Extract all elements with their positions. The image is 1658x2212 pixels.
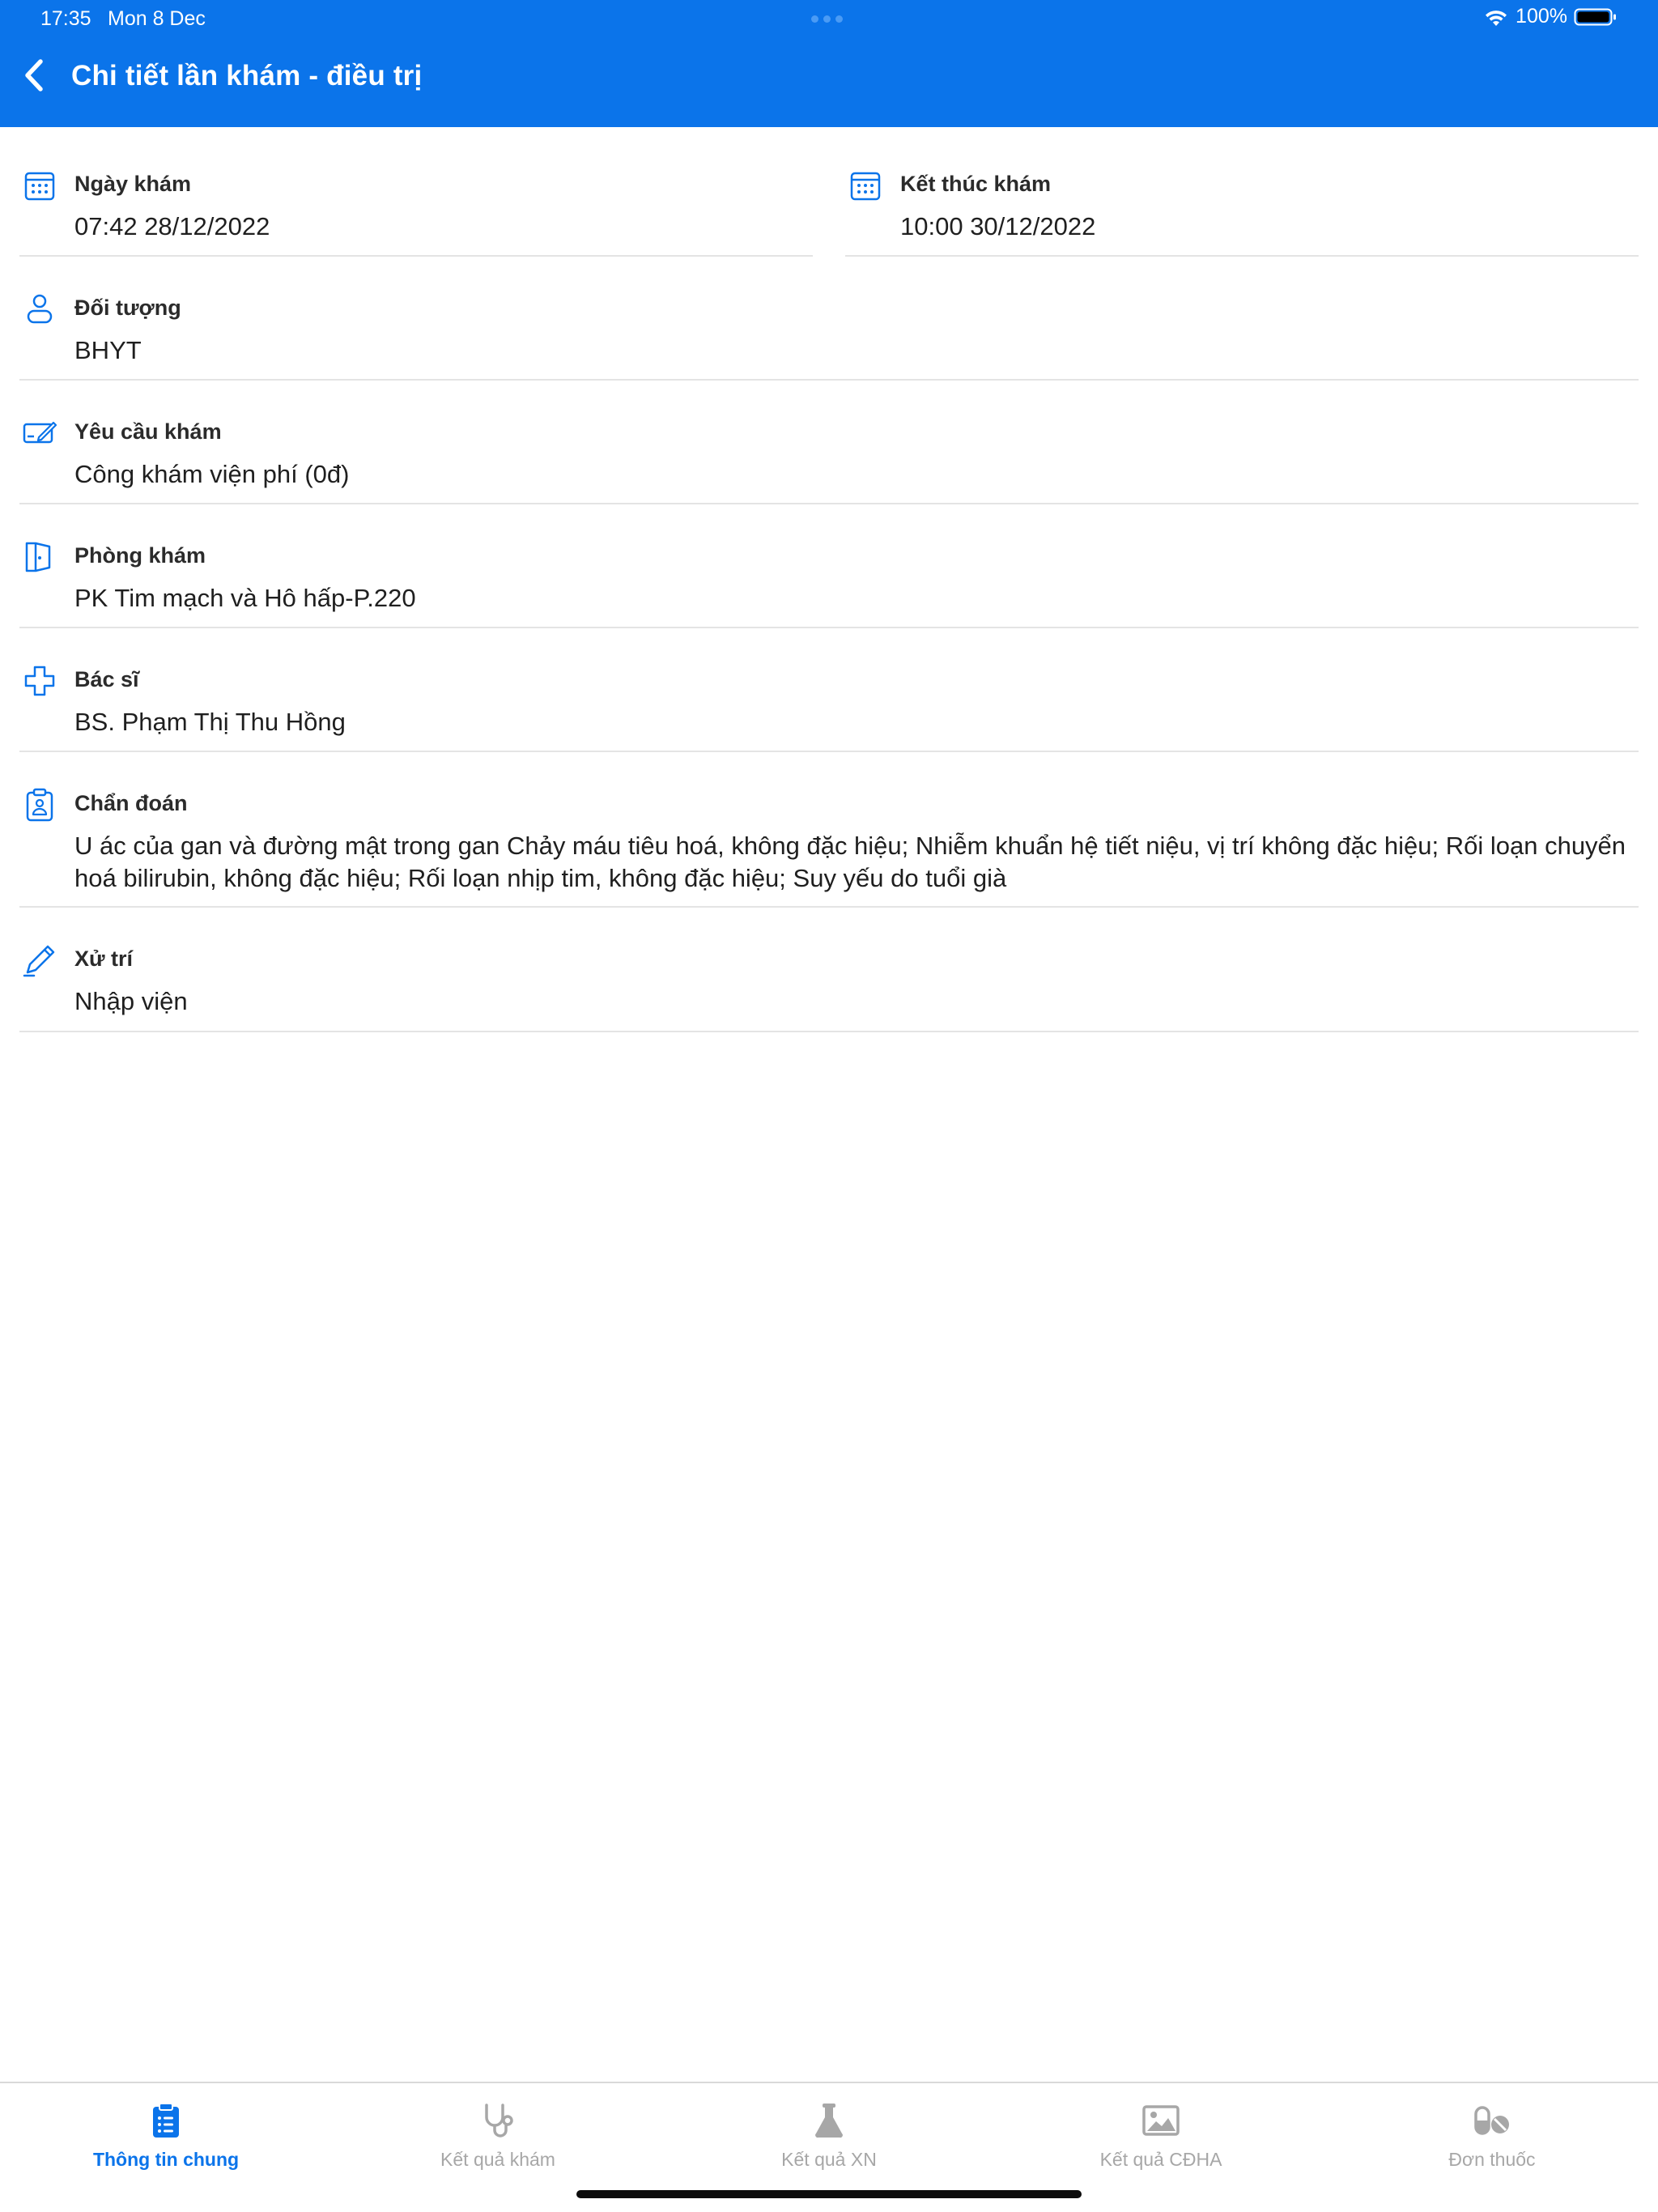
field-value: U ác của gan và đường mật trong gan Chảy…	[74, 832, 1626, 892]
app-root: 17:35 Mon 8 Dec 100% Chi tiết lần khám -…	[0, 0, 1658, 2212]
field-value: Công khám viện phí (0đ)	[74, 460, 350, 488]
battery-icon	[1574, 8, 1616, 25]
field-label: Bác sĩ	[74, 667, 139, 691]
page-title: Chi tiết lần khám - điều trị	[71, 60, 423, 91]
field-value: BS. Phạm Thị Thu Hồng	[74, 708, 346, 736]
field-label: Yêu cầu khám	[74, 419, 222, 444]
status-indicators: 100%	[1483, 5, 1618, 28]
multitasking-dots-icon[interactable]	[811, 15, 843, 23]
tab-label: Thông tin chung	[92, 2149, 240, 2170]
card-edit-icon	[23, 421, 57, 444]
divider	[19, 1031, 1639, 1032]
status-bar: 17:35 Mon 8 Dec 100%	[0, 0, 1658, 39]
flask-icon	[815, 2104, 843, 2138]
wifi-icon	[1486, 10, 1507, 26]
tab-thong-tin-chung[interactable]: Thông tin chung	[0, 2083, 332, 2189]
divider	[19, 379, 1639, 381]
field-label: Kết thúc khám	[900, 172, 1052, 196]
status-time: 17:35	[40, 7, 91, 30]
divider	[845, 255, 1639, 257]
clipboard-list-icon	[153, 2103, 179, 2138]
calendar-icon	[24, 172, 55, 201]
person-icon	[27, 294, 53, 324]
field-ngay-kham: Ngày khám 07:42 28/12/2022	[23, 168, 812, 249]
nav-bar: Chi tiết lần khám - điều trị	[0, 49, 1658, 121]
tab-ket-qua-cdha[interactable]: Kết quả CĐHA	[995, 2083, 1327, 2189]
image-icon	[1142, 2105, 1180, 2136]
divider	[19, 906, 1639, 908]
tab-label: Đơn thuốc	[1448, 2149, 1536, 2170]
tab-ket-qua-xn[interactable]: Kết quả XN	[663, 2083, 995, 2189]
field-yeu-cau-kham: Yêu cầu khám Công khám viện phí (0đ)	[23, 416, 1634, 497]
field-value: 10:00 30/12/2022	[900, 212, 1096, 240]
field-value: BHYT	[74, 336, 142, 364]
field-bac-si: Bác sĩ BS. Phạm Thị Thu Hồng	[23, 664, 1634, 745]
field-value: 07:42 28/12/2022	[74, 212, 270, 240]
tab-label: Kết quả khám	[440, 2149, 555, 2170]
divider	[19, 627, 1639, 628]
back-chevron-icon[interactable]	[21, 57, 49, 94]
field-label: Phòng khám	[74, 543, 206, 568]
field-label: Xử trí	[74, 946, 134, 971]
field-chan-doan: Chẩn đoán U ác của gan và đường mật tron…	[23, 788, 1638, 901]
home-indicator[interactable]	[576, 2190, 1082, 2198]
divider	[19, 503, 1639, 504]
divider	[19, 751, 1639, 752]
field-label: Chẩn đoán	[74, 791, 188, 815]
field-label: Đối tượng	[74, 296, 181, 320]
field-label: Ngày khám	[74, 172, 192, 196]
battery-percent: 100%	[1516, 5, 1567, 28]
field-xu-tri: Xử trí Nhập viện	[23, 943, 1634, 1024]
field-value: PK Tim mạch và Hô hấp-P.220	[74, 584, 416, 612]
tab-ket-qua-kham[interactable]: Kết quả khám	[332, 2083, 664, 2189]
field-ket-thuc-kham: Kết thúc khám 10:00 30/12/2022	[848, 168, 1638, 249]
clipboard-person-icon	[26, 788, 53, 822]
pen-icon	[23, 945, 55, 977]
calendar-icon	[850, 172, 881, 201]
tab-don-thuoc[interactable]: Đơn thuốc	[1326, 2083, 1658, 2189]
header: 17:35 Mon 8 Dec 100% Chi tiết lần khám -…	[0, 0, 1658, 127]
tab-label: Kết quả CĐHA	[1099, 2149, 1222, 2170]
field-value: Nhập viện	[74, 987, 188, 1015]
medical-cross-icon	[24, 666, 55, 696]
field-doi-tuong: Đối tượng BHYT	[23, 292, 1634, 373]
pills-icon	[1474, 2106, 1509, 2135]
stethoscope-icon	[485, 2104, 513, 2138]
door-icon	[25, 542, 51, 572]
tab-label: Kết quả XN	[781, 2149, 877, 2170]
field-phong-kham: Phòng khám PK Tim mạch và Hô hấp-P.220	[23, 540, 1634, 621]
divider	[19, 255, 813, 257]
status-date: Mon 8 Dec	[108, 7, 206, 30]
